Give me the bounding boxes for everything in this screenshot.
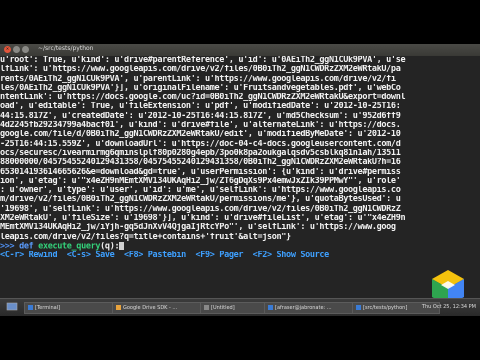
- window-titlebar[interactable]: ✕ ~/src/tests/python: [0, 44, 480, 56]
- input-keyword: def: [19, 241, 34, 252]
- output-line: 44:15.817Z', u'createdDate': u'2012-10-2…: [0, 111, 401, 121]
- output-line: 653014193614665626&e=download&gd=true', …: [0, 167, 401, 177]
- output-line: ntentLink': u'https://docs.google.com/uc…: [0, 93, 406, 103]
- output-line: '19698', u'selfLink': u'https://www.goog…: [0, 204, 401, 214]
- letterbox-bottom: [0, 316, 480, 360]
- output-line: -25T16:44:15.559Z', u'downloadUrl': u'ht…: [0, 139, 401, 149]
- output-lines: u'root': True, u'kind': u'drive#parentRe…: [0, 56, 480, 242]
- close-window-button[interactable]: ✕: [4, 46, 11, 53]
- maximize-window-button[interactable]: [22, 46, 29, 53]
- input-line[interactable]: >>> def execute_query(q):: [0, 241, 480, 252]
- output-line: les/0AEiTh2_ggN1CUk9PVA'}], u'originalFi…: [0, 83, 401, 93]
- app-icon: [356, 305, 361, 310]
- taskbar-item-label: [Untitled]: [211, 305, 235, 311]
- app-icon: [204, 305, 209, 310]
- hotkey-bar: <C-r> Rewind <C-s> Save <F8> Pastebin <F…: [0, 251, 329, 261]
- taskbar-item[interactable]: [Terminal]: [24, 302, 116, 314]
- clock[interactable]: Thu Oct 25, 12:34 PM: [422, 302, 476, 312]
- output-line: oad', u'editable': True, u'fileExtension…: [0, 102, 401, 112]
- letterbox-top: [0, 0, 480, 44]
- output-line: 4d2245fb29234799a4bacf01', u'kind': u'dr…: [0, 121, 401, 131]
- minimize-window-button[interactable]: [13, 46, 20, 53]
- output-line: ocs/securesc/ivearmirmg6qminslplf80p0280…: [0, 148, 401, 158]
- output-line: XM2eWRtakU', u'fileSize': u'19698'}], u'…: [0, 214, 406, 224]
- desktop-screen: ✕ ~/src/tests/python u'root': True, u'ki…: [0, 44, 480, 316]
- taskbar-item-label: [afraser@jabronate: ...: [275, 305, 332, 311]
- output-line: google.com/file/d/0B0iTh2_ggN1CWDRzZXM2e…: [0, 130, 401, 140]
- taskbar-item[interactable]: [Untitled]: [200, 302, 268, 314]
- output-line: 88000000/04575455240129431358/0457545524…: [0, 158, 401, 168]
- prompt-marker: >>>: [0, 241, 20, 252]
- output-line: ion', u'etag': u'"x4eZH9nMEmtXMV134UKAqH…: [0, 176, 401, 186]
- output-line: rents/0AEiTh2_ggN1CUk9PVA', u'parentLink…: [0, 74, 396, 84]
- input-function-name: execute_query: [38, 241, 101, 252]
- window-title: ~/src/tests/python: [38, 45, 94, 52]
- input-args: (q):: [100, 241, 120, 252]
- taskbar-item-label: [src/tests/python]: [363, 305, 408, 311]
- app-icon: [28, 305, 33, 310]
- output-line: lfLink': u'https://www.googleapis.com/dr…: [0, 65, 401, 75]
- output-line: leapis.com/drive/v2/files?q=title+contai…: [0, 232, 291, 242]
- app-icon: [268, 305, 273, 310]
- output-line: MEmtXMV134UKAqHi2_jw/iYjh-gq5dJnXvV4Qjga…: [0, 223, 396, 233]
- taskbar-item[interactable]: [afraser@jabronate: ...: [264, 302, 356, 314]
- show-desktop-icon[interactable]: [6, 302, 18, 312]
- taskbar-item-label: Google Drive SDK - ...: [123, 305, 178, 311]
- output-line: m/drive/v2/files/0B0iTh2_ggN1CWDRzZXM2eW…: [0, 195, 401, 205]
- taskbar-item-label: [Terminal]: [35, 305, 61, 311]
- app-icon: [116, 305, 121, 310]
- output-line: u'root': True, u'kind': u'drive#parentRe…: [0, 56, 406, 65]
- output-line: : u'owner', u'type': u'user', u'id': u'm…: [0, 186, 401, 196]
- taskbar-item[interactable]: Google Drive SDK - ...: [112, 302, 204, 314]
- text-cursor: [119, 241, 125, 250]
- taskbar: [Terminal] Google Drive SDK - ... [Untitle…: [0, 298, 480, 316]
- window-controls: ✕: [4, 46, 29, 53]
- terminal-output[interactable]: u'root': True, u'kind': u'drive#parentRe…: [0, 56, 480, 299]
